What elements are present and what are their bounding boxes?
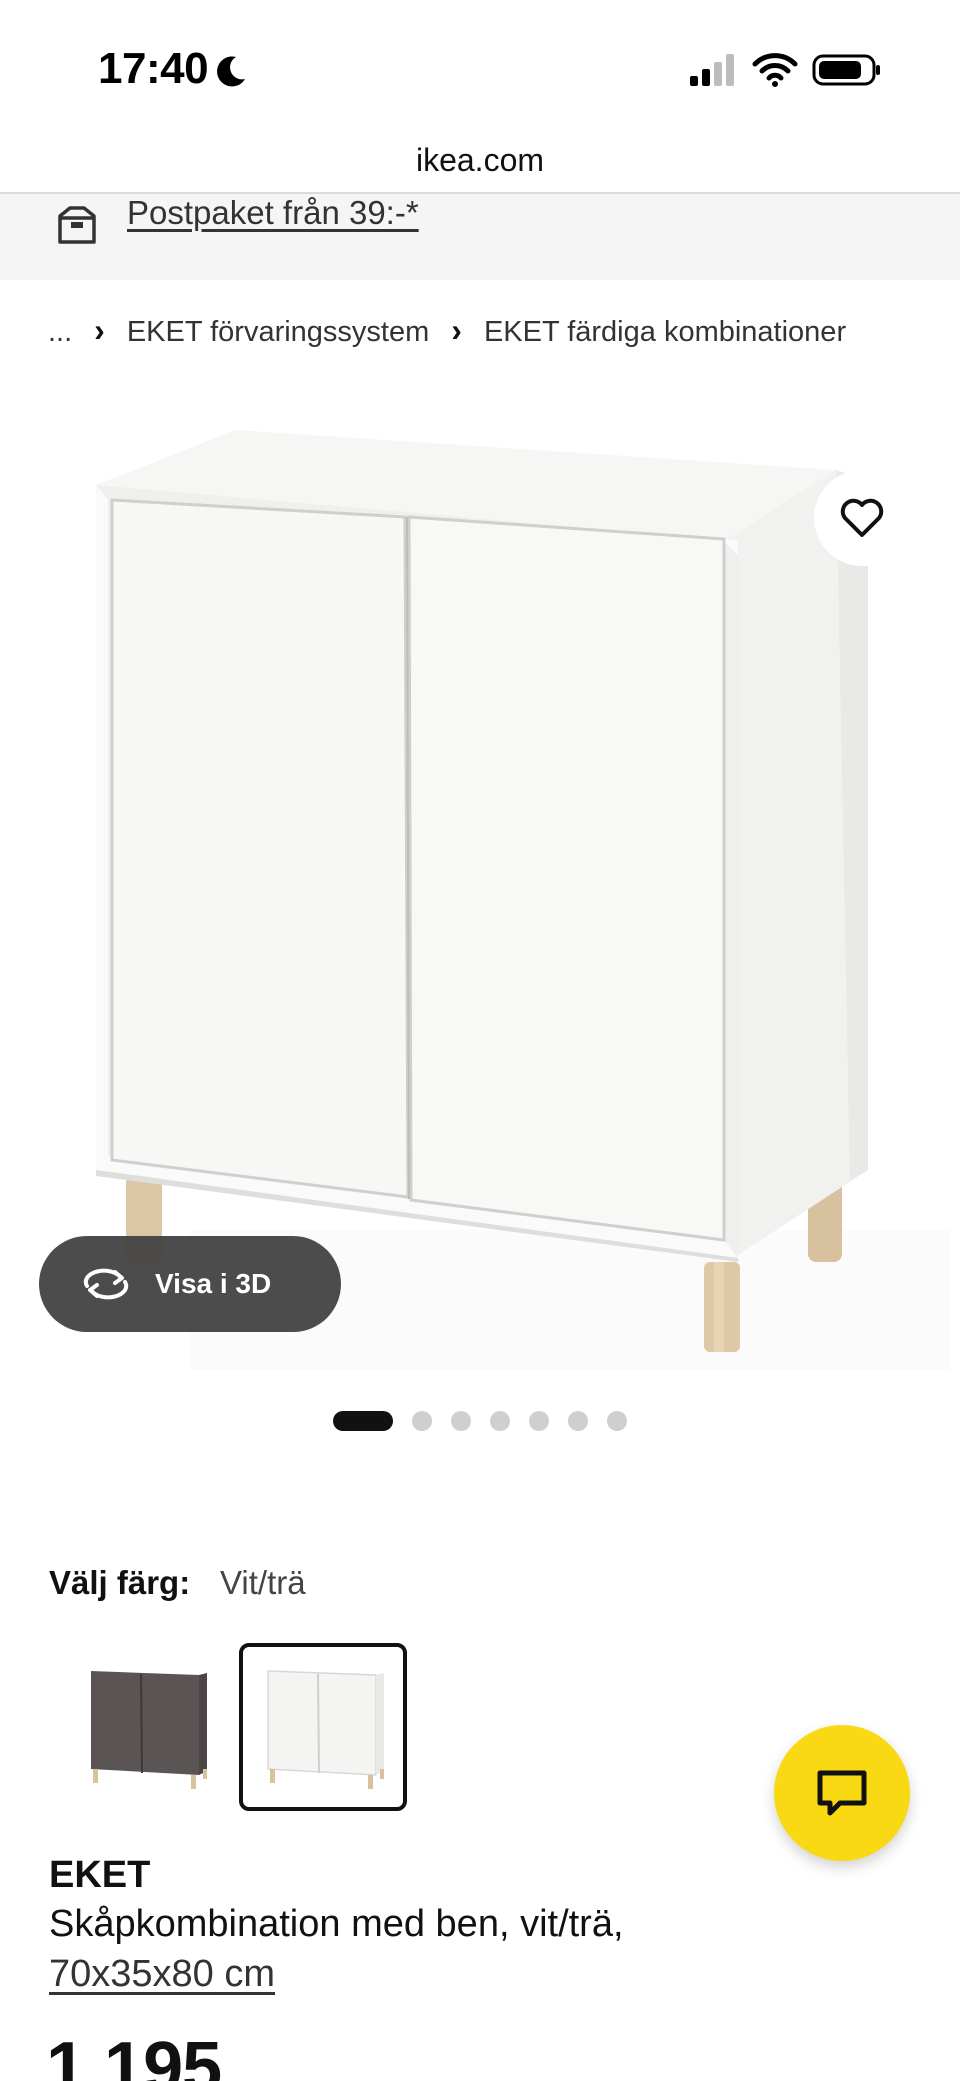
status-time: 17:40 — [98, 44, 209, 93]
address-bar[interactable]: ikea.com — [0, 138, 960, 194]
chat-icon — [817, 1770, 867, 1816]
signal-icon — [690, 54, 734, 86]
view-in-3d-button[interactable]: Visa i 3D — [39, 1236, 341, 1332]
cabinet-thumbnail — [91, 1671, 207, 1789]
battery-icon — [812, 54, 880, 86]
heart-icon — [840, 498, 884, 537]
carousel-dot[interactable] — [568, 1411, 588, 1431]
color-swatch-white[interactable] — [239, 1643, 407, 1811]
product-dimensions-link[interactable]: 70x35x80 cm — [49, 1953, 275, 1996]
carousel-dot[interactable] — [607, 1411, 627, 1431]
carousel-dot[interactable] — [333, 1411, 393, 1431]
product-name: EKET — [49, 1854, 151, 1896]
product-image[interactable] — [0, 400, 960, 1380]
url-text: ikea.com — [415, 142, 545, 178]
color-label: Välj färg: — [49, 1564, 191, 1601]
product-description: Skåpkombination med ben, vit/trä, — [49, 1903, 624, 1945]
carousel-dots — [333, 1410, 646, 1432]
carousel-dot[interactable] — [490, 1411, 510, 1431]
breadcrumb-item-eket-system[interactable]: EKET förvaringssystem — [127, 316, 429, 349]
color-swatch-dark-grey[interactable] — [62, 1643, 230, 1811]
carousel-dot[interactable] — [412, 1411, 432, 1431]
breadcrumb: ... › EKET förvaringssystem › EKET färdi… — [48, 312, 846, 352]
wifi-icon — [752, 53, 798, 87]
moon-icon — [217, 56, 245, 87]
chat-button[interactable] — [774, 1725, 910, 1861]
product-price: 1 195 — [46, 2028, 222, 2081]
package-icon — [58, 206, 96, 244]
view-in-3d-label: Visa i 3D — [155, 1268, 272, 1299]
breadcrumb-ellipsis[interactable]: ... — [48, 316, 72, 349]
color-value: Vit/trä — [220, 1564, 306, 1601]
promo-link[interactable]: Postpaket från 39:-* — [127, 194, 419, 232]
rotate-3d-icon — [83, 1268, 129, 1300]
carousel-dot[interactable] — [529, 1411, 549, 1431]
favorite-button[interactable] — [814, 470, 910, 566]
status-bar: 17:40 — [0, 0, 960, 140]
breadcrumb-item-eket-combinations[interactable]: EKET färdiga kombinationer — [484, 316, 846, 349]
chevron-right-icon: › — [451, 311, 462, 348]
chevron-right-icon: › — [94, 311, 105, 348]
carousel-dot[interactable] — [451, 1411, 471, 1431]
cabinet-thumbnail — [267, 1670, 384, 1789]
